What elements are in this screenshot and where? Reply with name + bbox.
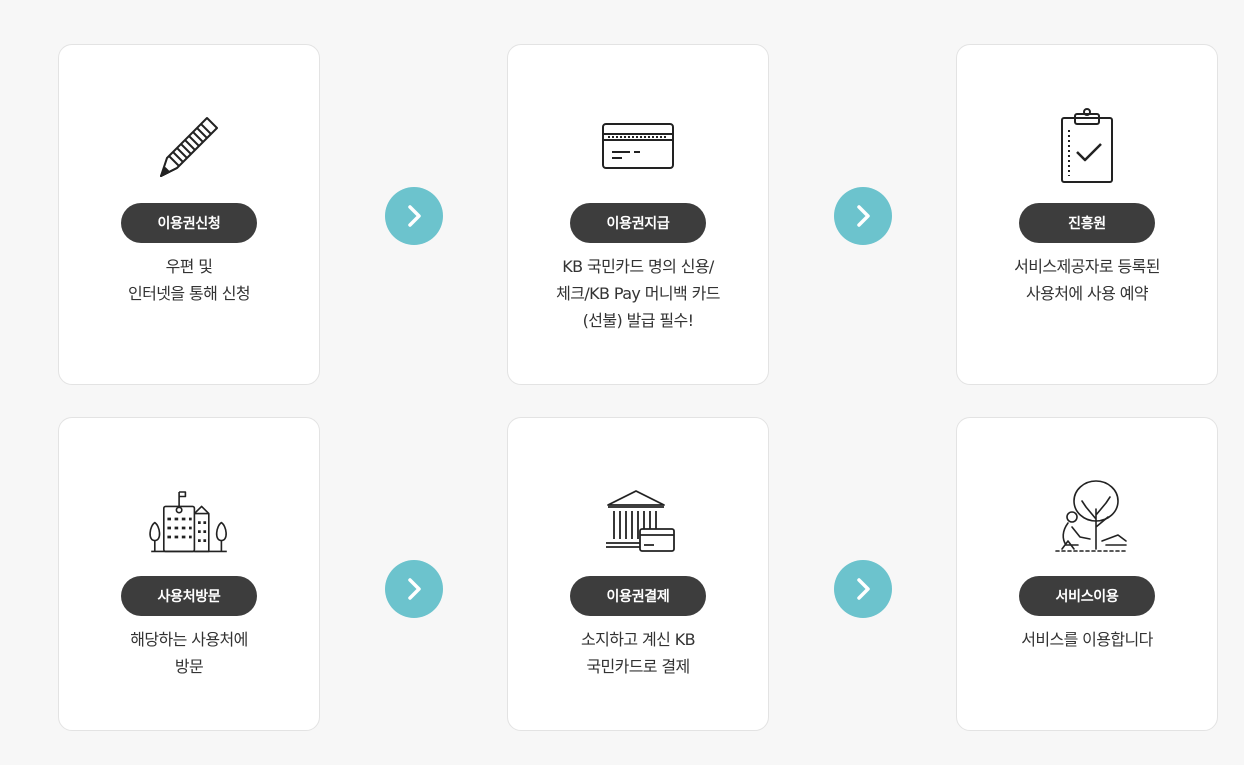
relax-tree-icon <box>1042 474 1132 564</box>
desc-line: (선불) 발급 필수! <box>582 311 694 330</box>
step-card-apply: 이용권신청 우편 및 인터넷을 통해 신청 <box>58 44 320 385</box>
step-card-issue: 이용권지급 KB 국민카드 명의 신용/ 체크/KB Pay 머니백 카드 (선… <box>507 44 769 385</box>
next-arrow-icon <box>385 187 443 245</box>
step-card-service: 서비스이용 서비스를 이용합니다 <box>956 417 1218 731</box>
desc-line: 사용처에 사용 예약 <box>1026 284 1149 303</box>
next-arrow-icon <box>834 187 892 245</box>
next-arrow-icon <box>834 560 892 618</box>
step-description: KB 국민카드 명의 신용/ 체크/KB Pay 머니백 카드 (선불) 발급 … <box>508 253 768 334</box>
step-description: 우편 및 인터넷을 통해 신청 <box>59 253 319 307</box>
step-label: 이용권결제 <box>570 576 706 616</box>
pencil-icon <box>144 101 234 191</box>
clipboard-check-icon <box>1042 101 1132 191</box>
step-card-agency: 진흥원 서비스제공자로 등록된 사용처에 사용 예약 <box>956 44 1218 385</box>
desc-line: 서비스제공자로 등록된 <box>1014 257 1160 276</box>
desc-line: 체크/KB Pay 머니백 카드 <box>556 284 720 303</box>
building-icon <box>144 474 234 564</box>
step-card-visit: 사용처방문 해당하는 사용처에 방문 <box>58 417 320 731</box>
step-label: 사용처방문 <box>121 576 257 616</box>
step-label: 이용권지급 <box>570 203 706 243</box>
step-card-payment: 이용권결제 소지하고 계신 KB 국민카드로 결제 <box>507 417 769 731</box>
desc-line: 국민카드로 결제 <box>586 657 690 676</box>
step-description: 서비스를 이용합니다 <box>957 626 1217 653</box>
desc-line: 서비스를 이용합니다 <box>1021 630 1153 649</box>
bank-card-icon <box>593 474 683 564</box>
step-description: 서비스제공자로 등록된 사용처에 사용 예약 <box>957 253 1217 307</box>
desc-line: KB 국민카드 명의 신용/ <box>562 257 714 276</box>
desc-line: 방문 <box>174 657 204 676</box>
step-label: 진흥원 <box>1019 203 1155 243</box>
step-description: 해당하는 사용처에 방문 <box>59 626 319 680</box>
desc-line: 해당하는 사용처에 <box>130 630 248 649</box>
desc-line: 인터넷을 통해 신청 <box>128 284 251 303</box>
desc-line: 우편 및 <box>165 257 213 276</box>
desc-line: 소지하고 계신 KB <box>581 630 696 649</box>
credit-card-icon <box>593 101 683 191</box>
step-description: 소지하고 계신 KB 국민카드로 결제 <box>508 626 768 680</box>
step-label: 서비스이용 <box>1019 576 1155 616</box>
next-arrow-icon <box>385 560 443 618</box>
step-label: 이용권신청 <box>121 203 257 243</box>
